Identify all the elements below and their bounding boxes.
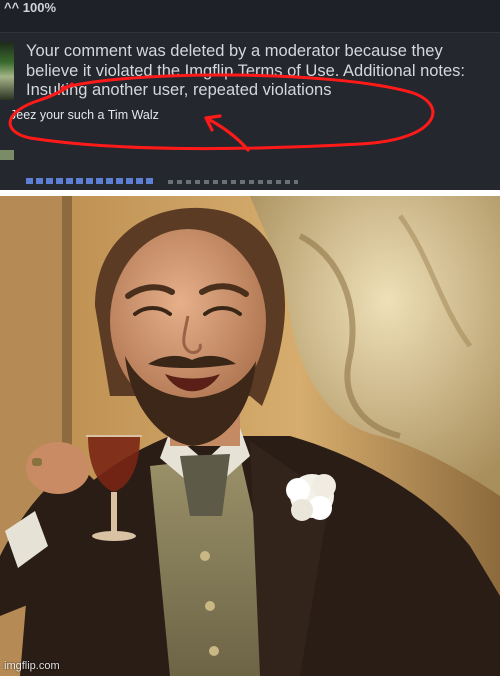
wine-glass-base xyxy=(92,531,136,541)
meme-illustration xyxy=(0,196,500,676)
red-arrow-mark xyxy=(204,114,250,152)
vest-button xyxy=(209,646,219,656)
vest-button xyxy=(200,551,210,561)
red-ellipse-mark xyxy=(8,73,435,151)
imgflip-watermark: imgflip.com xyxy=(4,660,60,672)
hand xyxy=(26,442,90,494)
wine-glass-stem xyxy=(111,492,117,534)
red-circle-annotation xyxy=(8,73,435,152)
white-flower xyxy=(286,474,336,521)
laughing-leo-meme: imgflip.com xyxy=(0,196,500,676)
moderation-comment-panel: ^^ 100% Your comment was deleted by a mo… xyxy=(0,0,500,190)
ring xyxy=(32,458,42,466)
vest-button xyxy=(205,601,215,611)
